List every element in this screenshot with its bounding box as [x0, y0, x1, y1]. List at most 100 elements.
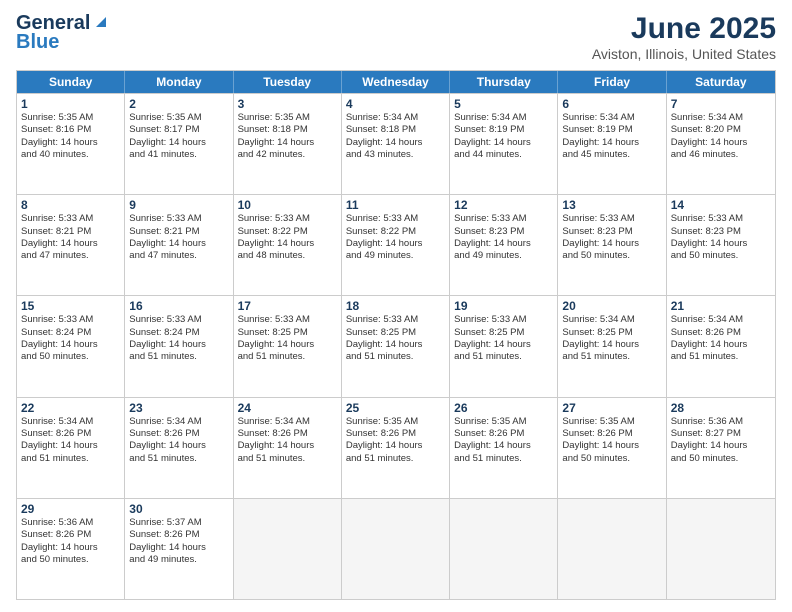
- day-number: 5: [454, 97, 553, 111]
- day-number: 30: [129, 502, 228, 516]
- header: General Blue June 2025 Aviston, Illinois…: [16, 12, 776, 62]
- main-title: June 2025: [592, 12, 776, 46]
- day-info: Sunrise: 5:34 AM Sunset: 8:26 PM Dayligh…: [21, 416, 120, 465]
- day-number: 11: [346, 198, 445, 212]
- day-info: Sunrise: 5:34 AM Sunset: 8:26 PM Dayligh…: [671, 314, 771, 363]
- day-info: Sunrise: 5:35 AM Sunset: 8:26 PM Dayligh…: [562, 416, 661, 465]
- day-info: Sunrise: 5:35 AM Sunset: 8:26 PM Dayligh…: [454, 416, 553, 465]
- day-number: 29: [21, 502, 120, 516]
- day-number: 23: [129, 401, 228, 415]
- calendar-cell: 20Sunrise: 5:34 AM Sunset: 8:25 PM Dayli…: [558, 296, 666, 396]
- day-info: Sunrise: 5:33 AM Sunset: 8:22 PM Dayligh…: [238, 213, 337, 262]
- day-info: Sunrise: 5:33 AM Sunset: 8:23 PM Dayligh…: [671, 213, 771, 262]
- calendar-cell: 7Sunrise: 5:34 AM Sunset: 8:20 PM Daylig…: [667, 94, 775, 194]
- calendar-cell: 1Sunrise: 5:35 AM Sunset: 8:16 PM Daylig…: [17, 94, 125, 194]
- logo: General Blue: [16, 12, 110, 54]
- calendar-cell: [667, 499, 775, 599]
- day-number: 14: [671, 198, 771, 212]
- calendar-cell: 27Sunrise: 5:35 AM Sunset: 8:26 PM Dayli…: [558, 398, 666, 498]
- calendar-cell: 28Sunrise: 5:36 AM Sunset: 8:27 PM Dayli…: [667, 398, 775, 498]
- day-info: Sunrise: 5:34 AM Sunset: 8:18 PM Dayligh…: [346, 112, 445, 161]
- day-info: Sunrise: 5:34 AM Sunset: 8:19 PM Dayligh…: [562, 112, 661, 161]
- weekday-header-wednesday: Wednesday: [342, 71, 450, 93]
- calendar-cell: 18Sunrise: 5:33 AM Sunset: 8:25 PM Dayli…: [342, 296, 450, 396]
- calendar-row-1: 1Sunrise: 5:35 AM Sunset: 8:16 PM Daylig…: [17, 93, 775, 194]
- day-number: 12: [454, 198, 553, 212]
- calendar-cell: 16Sunrise: 5:33 AM Sunset: 8:24 PM Dayli…: [125, 296, 233, 396]
- day-number: 13: [562, 198, 661, 212]
- day-number: 3: [238, 97, 337, 111]
- day-number: 9: [129, 198, 228, 212]
- title-block: June 2025 Aviston, Illinois, United Stat…: [592, 12, 776, 62]
- day-info: Sunrise: 5:33 AM Sunset: 8:23 PM Dayligh…: [454, 213, 553, 262]
- day-info: Sunrise: 5:33 AM Sunset: 8:25 PM Dayligh…: [346, 314, 445, 363]
- calendar-cell: [234, 499, 342, 599]
- day-info: Sunrise: 5:34 AM Sunset: 8:19 PM Dayligh…: [454, 112, 553, 161]
- day-number: 21: [671, 299, 771, 313]
- day-info: Sunrise: 5:33 AM Sunset: 8:21 PM Dayligh…: [21, 213, 120, 262]
- calendar: SundayMondayTuesdayWednesdayThursdayFrid…: [16, 70, 776, 600]
- logo-triangle-icon: [92, 13, 110, 31]
- calendar-cell: 23Sunrise: 5:34 AM Sunset: 8:26 PM Dayli…: [125, 398, 233, 498]
- weekday-header-thursday: Thursday: [450, 71, 558, 93]
- calendar-cell: 30Sunrise: 5:37 AM Sunset: 8:26 PM Dayli…: [125, 499, 233, 599]
- day-number: 27: [562, 401, 661, 415]
- day-number: 28: [671, 401, 771, 415]
- day-number: 7: [671, 97, 771, 111]
- day-info: Sunrise: 5:33 AM Sunset: 8:21 PM Dayligh…: [129, 213, 228, 262]
- day-number: 2: [129, 97, 228, 111]
- day-number: 6: [562, 97, 661, 111]
- weekday-header-sunday: Sunday: [17, 71, 125, 93]
- day-number: 19: [454, 299, 553, 313]
- calendar-row-3: 15Sunrise: 5:33 AM Sunset: 8:24 PM Dayli…: [17, 295, 775, 396]
- calendar-cell: 9Sunrise: 5:33 AM Sunset: 8:21 PM Daylig…: [125, 195, 233, 295]
- day-number: 26: [454, 401, 553, 415]
- day-info: Sunrise: 5:34 AM Sunset: 8:26 PM Dayligh…: [129, 416, 228, 465]
- calendar-row-4: 22Sunrise: 5:34 AM Sunset: 8:26 PM Dayli…: [17, 397, 775, 498]
- calendar-cell: [342, 499, 450, 599]
- calendar-body: 1Sunrise: 5:35 AM Sunset: 8:16 PM Daylig…: [17, 93, 775, 599]
- calendar-cell: 10Sunrise: 5:33 AM Sunset: 8:22 PM Dayli…: [234, 195, 342, 295]
- subtitle: Aviston, Illinois, United States: [592, 46, 776, 62]
- day-number: 18: [346, 299, 445, 313]
- day-info: Sunrise: 5:34 AM Sunset: 8:25 PM Dayligh…: [562, 314, 661, 363]
- calendar-cell: 8Sunrise: 5:33 AM Sunset: 8:21 PM Daylig…: [17, 195, 125, 295]
- day-info: Sunrise: 5:33 AM Sunset: 8:25 PM Dayligh…: [454, 314, 553, 363]
- day-info: Sunrise: 5:35 AM Sunset: 8:16 PM Dayligh…: [21, 112, 120, 161]
- calendar-cell: 13Sunrise: 5:33 AM Sunset: 8:23 PM Dayli…: [558, 195, 666, 295]
- calendar-cell: 14Sunrise: 5:33 AM Sunset: 8:23 PM Dayli…: [667, 195, 775, 295]
- calendar-cell: 17Sunrise: 5:33 AM Sunset: 8:25 PM Dayli…: [234, 296, 342, 396]
- logo-blue-text: Blue: [16, 31, 59, 54]
- day-info: Sunrise: 5:33 AM Sunset: 8:24 PM Dayligh…: [129, 314, 228, 363]
- calendar-cell: 24Sunrise: 5:34 AM Sunset: 8:26 PM Dayli…: [234, 398, 342, 498]
- day-info: Sunrise: 5:35 AM Sunset: 8:17 PM Dayligh…: [129, 112, 228, 161]
- day-info: Sunrise: 5:35 AM Sunset: 8:26 PM Dayligh…: [346, 416, 445, 465]
- day-number: 15: [21, 299, 120, 313]
- calendar-cell: [558, 499, 666, 599]
- calendar-cell: 29Sunrise: 5:36 AM Sunset: 8:26 PM Dayli…: [17, 499, 125, 599]
- calendar-cell: 22Sunrise: 5:34 AM Sunset: 8:26 PM Dayli…: [17, 398, 125, 498]
- day-info: Sunrise: 5:33 AM Sunset: 8:25 PM Dayligh…: [238, 314, 337, 363]
- day-number: 20: [562, 299, 661, 313]
- day-info: Sunrise: 5:37 AM Sunset: 8:26 PM Dayligh…: [129, 517, 228, 566]
- calendar-cell: [450, 499, 558, 599]
- day-number: 25: [346, 401, 445, 415]
- calendar-cell: 15Sunrise: 5:33 AM Sunset: 8:24 PM Dayli…: [17, 296, 125, 396]
- day-info: Sunrise: 5:33 AM Sunset: 8:24 PM Dayligh…: [21, 314, 120, 363]
- day-info: Sunrise: 5:36 AM Sunset: 8:26 PM Dayligh…: [21, 517, 120, 566]
- day-info: Sunrise: 5:35 AM Sunset: 8:18 PM Dayligh…: [238, 112, 337, 161]
- calendar-page: General Blue June 2025 Aviston, Illinois…: [0, 0, 792, 612]
- day-info: Sunrise: 5:34 AM Sunset: 8:20 PM Dayligh…: [671, 112, 771, 161]
- day-info: Sunrise: 5:33 AM Sunset: 8:22 PM Dayligh…: [346, 213, 445, 262]
- calendar-cell: 6Sunrise: 5:34 AM Sunset: 8:19 PM Daylig…: [558, 94, 666, 194]
- calendar-row-2: 8Sunrise: 5:33 AM Sunset: 8:21 PM Daylig…: [17, 194, 775, 295]
- day-number: 24: [238, 401, 337, 415]
- day-info: Sunrise: 5:34 AM Sunset: 8:26 PM Dayligh…: [238, 416, 337, 465]
- day-number: 16: [129, 299, 228, 313]
- calendar-row-5: 29Sunrise: 5:36 AM Sunset: 8:26 PM Dayli…: [17, 498, 775, 599]
- calendar-cell: 25Sunrise: 5:35 AM Sunset: 8:26 PM Dayli…: [342, 398, 450, 498]
- day-number: 22: [21, 401, 120, 415]
- calendar-cell: 26Sunrise: 5:35 AM Sunset: 8:26 PM Dayli…: [450, 398, 558, 498]
- calendar-cell: 21Sunrise: 5:34 AM Sunset: 8:26 PM Dayli…: [667, 296, 775, 396]
- calendar-cell: 2Sunrise: 5:35 AM Sunset: 8:17 PM Daylig…: [125, 94, 233, 194]
